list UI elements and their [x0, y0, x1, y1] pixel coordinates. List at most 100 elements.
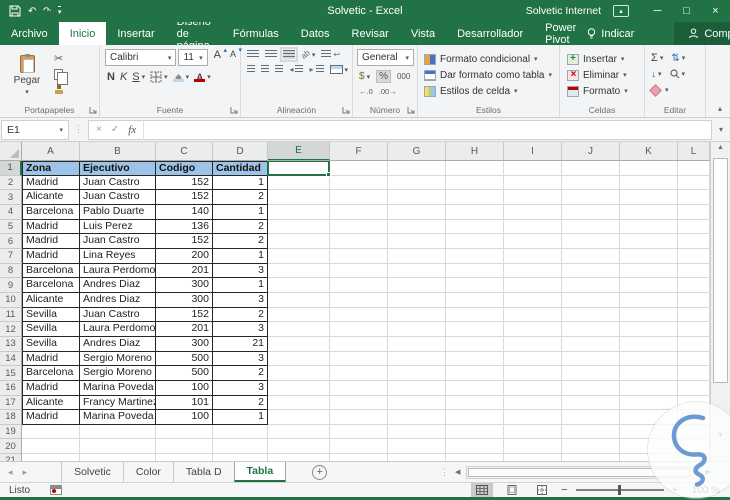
formula-input[interactable]: [143, 120, 712, 140]
cell-F12[interactable]: [330, 322, 388, 337]
cell-L5[interactable]: [678, 220, 710, 235]
cell-K10[interactable]: [620, 293, 678, 308]
cell-I15[interactable]: [504, 366, 562, 381]
cell-D1[interactable]: Cantidad: [213, 161, 268, 176]
find-select-button[interactable]: ▾: [670, 69, 686, 79]
cell-F16[interactable]: [330, 381, 388, 396]
cell-A12[interactable]: Sevilla: [22, 322, 80, 337]
cell-L10[interactable]: [678, 293, 710, 308]
cell-K1[interactable]: [620, 161, 678, 176]
col-header-A[interactable]: A: [22, 142, 80, 160]
row-header-4[interactable]: 4: [0, 205, 22, 220]
cell-K4[interactable]: [620, 205, 678, 220]
cell-G3[interactable]: [388, 190, 446, 205]
cell-B8[interactable]: Laura Perdomo: [80, 264, 156, 279]
cell-J7[interactable]: [562, 249, 620, 264]
cell-G13[interactable]: [388, 337, 446, 352]
close-button[interactable]: ×: [701, 0, 730, 22]
cell-J1[interactable]: [562, 161, 620, 176]
row-header-7[interactable]: 7: [0, 249, 22, 264]
cell-F8[interactable]: [330, 264, 388, 279]
fill-handle[interactable]: [326, 172, 331, 177]
cell-C2[interactable]: 152: [156, 176, 213, 191]
row-header-13[interactable]: 13: [0, 337, 22, 352]
selected-cell-E1[interactable]: [267, 161, 330, 176]
cell-J2[interactable]: [562, 176, 620, 191]
cell-A20[interactable]: [22, 439, 80, 454]
cell-H21[interactable]: [446, 454, 504, 461]
cell-G14[interactable]: [388, 352, 446, 367]
zoom-slider-thumb[interactable]: [618, 485, 621, 495]
redo-icon[interactable]: ↷▾: [43, 6, 51, 17]
cell-G5[interactable]: [388, 220, 446, 235]
minimize-button[interactable]: ─: [643, 0, 672, 22]
wrap-text-button[interactable]: ↩: [321, 50, 340, 59]
cell-A2[interactable]: Madrid: [22, 176, 80, 191]
cell-E21[interactable]: [268, 454, 330, 461]
cell-A6[interactable]: Madrid: [22, 234, 80, 249]
cell-I14[interactable]: [504, 352, 562, 367]
maximize-button[interactable]: □: [672, 0, 701, 22]
cell-K14[interactable]: [620, 352, 678, 367]
cell-G10[interactable]: [388, 293, 446, 308]
cell-H3[interactable]: [446, 190, 504, 205]
name-box[interactable]: E1▾: [1, 120, 69, 140]
cell-J20[interactable]: [562, 439, 620, 454]
cell-D6[interactable]: 2: [213, 234, 268, 249]
sheet-nav-left-icon[interactable]: ◂: [8, 467, 13, 478]
ribbon-tab-vista[interactable]: Vista: [400, 22, 446, 45]
cell-D9[interactable]: 1: [213, 278, 268, 293]
cell-K15[interactable]: [620, 366, 678, 381]
cell-L14[interactable]: [678, 352, 710, 367]
cell-H6[interactable]: [446, 234, 504, 249]
row-header-2[interactable]: 2: [0, 176, 22, 191]
cell-F6[interactable]: [330, 234, 388, 249]
cell-J14[interactable]: [562, 352, 620, 367]
cell-D21[interactable]: [213, 454, 268, 461]
hscroll-left-icon[interactable]: ◀: [452, 468, 463, 476]
cell-I11[interactable]: [504, 308, 562, 323]
styles-button-estilos-de-celda[interactable]: Estilos de celda▾: [424, 83, 559, 99]
collapse-ribbon-button[interactable]: ▴: [718, 104, 722, 113]
cell-C8[interactable]: 201: [156, 264, 213, 279]
cell-A16[interactable]: Madrid: [22, 381, 80, 396]
cell-K3[interactable]: [620, 190, 678, 205]
enter-entry-button[interactable]: ✓: [111, 124, 119, 135]
sheet-tab-tabla-d[interactable]: Tabla D: [173, 462, 234, 482]
cell-D3[interactable]: 2: [213, 190, 268, 205]
cell-F19[interactable]: [330, 425, 388, 440]
cell-I12[interactable]: [504, 322, 562, 337]
cell-C3[interactable]: 152: [156, 190, 213, 205]
select-all-corner[interactable]: [0, 142, 22, 160]
cell-F4[interactable]: [330, 205, 388, 220]
cell-A14[interactable]: Madrid: [22, 352, 80, 367]
cell-H2[interactable]: [446, 176, 504, 191]
cell-F21[interactable]: [330, 454, 388, 461]
cells-button-eliminar[interactable]: Eliminar▾: [567, 67, 644, 83]
cell-I2[interactable]: [504, 176, 562, 191]
font-color-button[interactable]: A ▾: [194, 73, 211, 82]
cell-J18[interactable]: [562, 410, 620, 425]
cell-F3[interactable]: [330, 190, 388, 205]
undo-icon[interactable]: ↶▾: [28, 6, 36, 17]
cell-B1[interactable]: Ejecutivo: [80, 161, 156, 176]
cell-J5[interactable]: [562, 220, 620, 235]
ribbon-tab-archivo[interactable]: Archivo: [0, 22, 59, 45]
cell-C20[interactable]: [156, 439, 213, 454]
cell-I19[interactable]: [504, 425, 562, 440]
cell-H10[interactable]: [446, 293, 504, 308]
row-header-8[interactable]: 8: [0, 264, 22, 279]
cell-I1[interactable]: [504, 161, 562, 176]
cell-A9[interactable]: Barcelona: [22, 278, 80, 293]
autosum-button[interactable]: Σ▾: [651, 52, 663, 64]
cell-J6[interactable]: [562, 234, 620, 249]
sheet-tab-tabla[interactable]: Tabla: [234, 462, 287, 482]
cell-B6[interactable]: Juan Castro: [80, 234, 156, 249]
orientation-button[interactable]: ab▾: [301, 50, 315, 59]
cell-L1[interactable]: [678, 161, 710, 176]
col-header-L[interactable]: L: [678, 142, 710, 160]
sheet-tab-solvetic[interactable]: Solvetic: [61, 462, 123, 482]
cell-E5[interactable]: [268, 220, 330, 235]
col-header-D[interactable]: D: [213, 142, 268, 160]
accounting-format-button[interactable]: $▾: [359, 71, 370, 82]
